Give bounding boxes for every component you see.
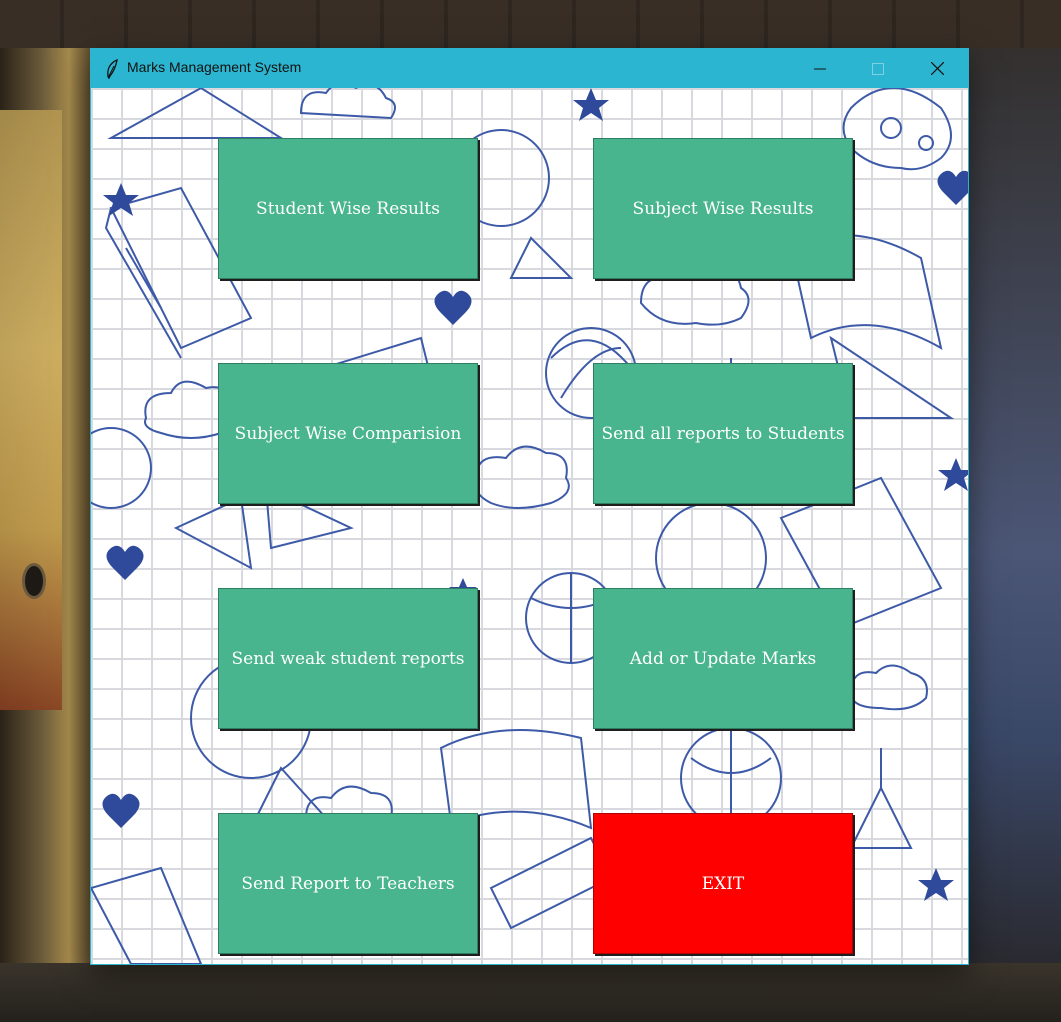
send-all-reports-button[interactable]: Send all reports to Students [593,363,853,504]
desktop-wallpaper-knob [22,563,46,599]
title-bar[interactable]: Marks Management System [91,49,968,88]
app-window: Marks Management System Student Wise Res… [91,49,968,964]
feather-icon [105,58,119,80]
background-canvas: Student Wise Results Subject Wise Result… [91,88,968,964]
student-wise-results-button[interactable]: Student Wise Results [218,138,478,279]
desktop-wallpaper-door [0,110,62,710]
maximize-button[interactable] [849,49,907,88]
close-button[interactable] [908,49,966,88]
desktop-wallpaper-right [968,48,1061,963]
desktop-wallpaper-top [0,0,1061,48]
maximize-icon [872,62,884,75]
send-report-teachers-button[interactable]: Send Report to Teachers [218,813,478,954]
add-update-marks-button[interactable]: Add or Update Marks [593,588,853,729]
minimize-icon [814,68,826,69]
subject-wise-results-button[interactable]: Subject Wise Results [593,138,853,279]
minimize-button[interactable] [791,49,849,88]
window-title: Marks Management System [127,59,302,75]
exit-button[interactable]: EXIT [593,813,853,954]
send-weak-student-reports-button[interactable]: Send weak student reports [218,588,478,729]
subject-wise-comparision-button[interactable]: Subject Wise Comparision [218,363,478,504]
close-icon [930,62,944,75]
desktop-wallpaper-floor [0,963,1061,1022]
